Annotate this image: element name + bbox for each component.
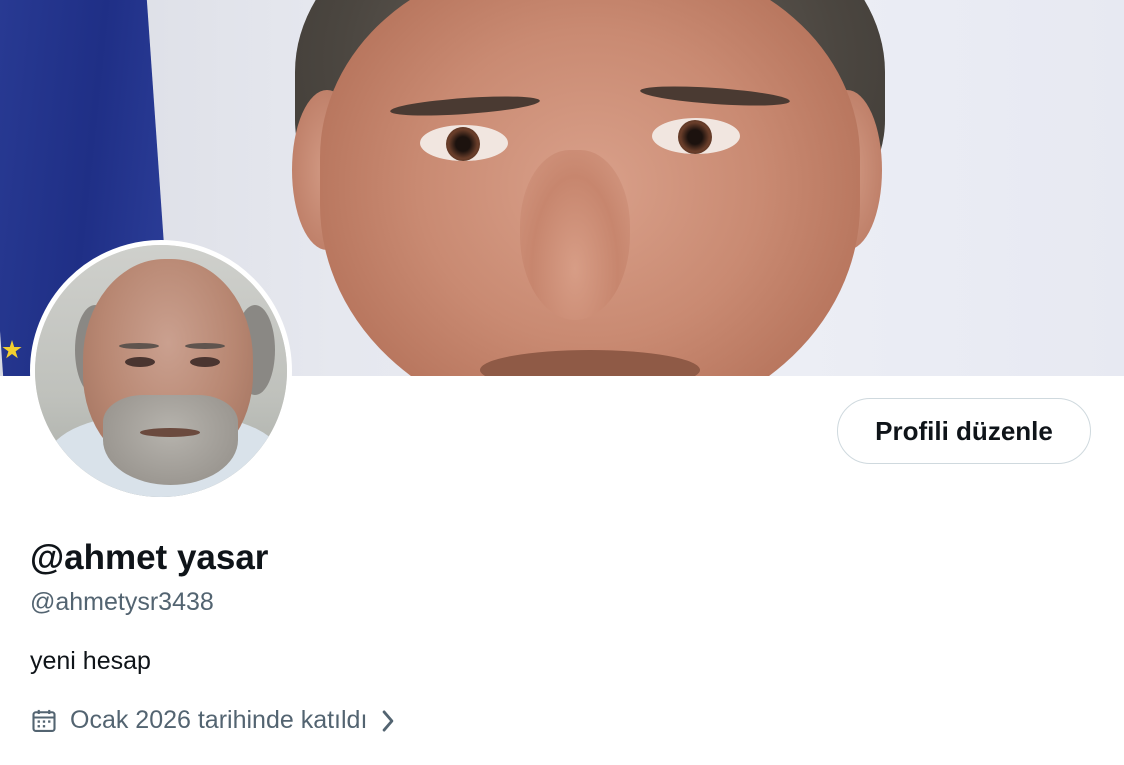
banner-eye	[652, 118, 740, 154]
chevron-right-icon	[379, 708, 397, 734]
joined-date-text: Ocak 2026 tarihinde katıldı	[70, 706, 368, 734]
display-name: @ahmet yasar	[30, 538, 269, 577]
joined-date-row[interactable]: Ocak 2026 tarihinde katıldı	[30, 706, 397, 735]
profile-avatar[interactable]	[30, 240, 292, 502]
calendar-icon	[30, 707, 58, 735]
edit-profile-button[interactable]: Profili düzenle	[837, 398, 1091, 464]
banner-nose	[520, 150, 630, 320]
username-handle: @ahmetysr3438	[30, 588, 214, 616]
profile-bio: yeni hesap	[30, 647, 151, 675]
banner-eye	[420, 125, 508, 161]
